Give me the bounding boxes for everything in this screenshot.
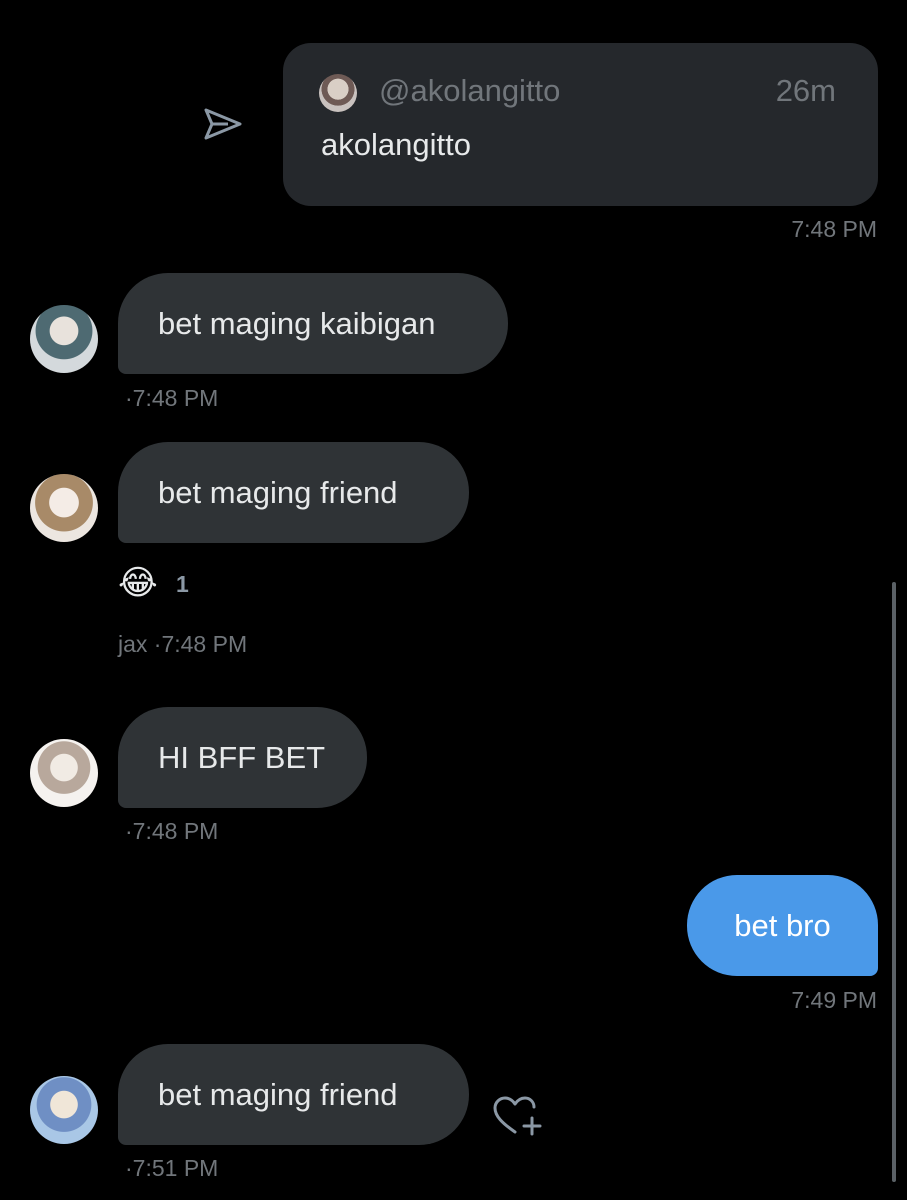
avatar[interactable]	[30, 474, 98, 542]
heart-plus-icon[interactable]	[492, 1094, 544, 1138]
shared-post-name: akolangitto	[321, 127, 471, 162]
shared-post-handle: @akolangitto	[379, 73, 561, 108]
shared-post-timestamp: 7:48 PM	[791, 216, 877, 242]
message-timestamp: ·7:51 PM	[125, 1155, 219, 1181]
shared-post-card[interactable]: @akolangitto 26m akolangitto	[283, 43, 878, 206]
avatar[interactable]	[30, 739, 98, 807]
message-timestamp: ·7:48 PM	[125, 385, 219, 411]
reaction-count: 1	[176, 571, 189, 597]
message-bubble[interactable]: HI BFF BET	[118, 707, 367, 808]
message-bubble-outgoing[interactable]: bet bro	[687, 875, 878, 976]
scrollbar[interactable]	[892, 582, 896, 1182]
send-icon[interactable]	[198, 100, 246, 148]
message-bubble[interactable]: bet maging kaibigan	[118, 273, 508, 374]
shared-post-age: 26m	[775, 73, 836, 108]
reaction-emoji[interactable]: 😂	[118, 563, 158, 603]
message-timestamp: 7:49 PM	[791, 987, 877, 1013]
message-bubble[interactable]: bet maging friend	[118, 1044, 469, 1145]
message-bubble[interactable]: bet maging friend	[118, 442, 469, 543]
message-timestamp: jax ·7:48 PM	[118, 631, 248, 657]
avatar[interactable]	[30, 1076, 98, 1144]
avatar[interactable]	[30, 305, 98, 373]
message-timestamp: ·7:48 PM	[125, 818, 219, 844]
shared-post-avatar	[319, 74, 357, 112]
